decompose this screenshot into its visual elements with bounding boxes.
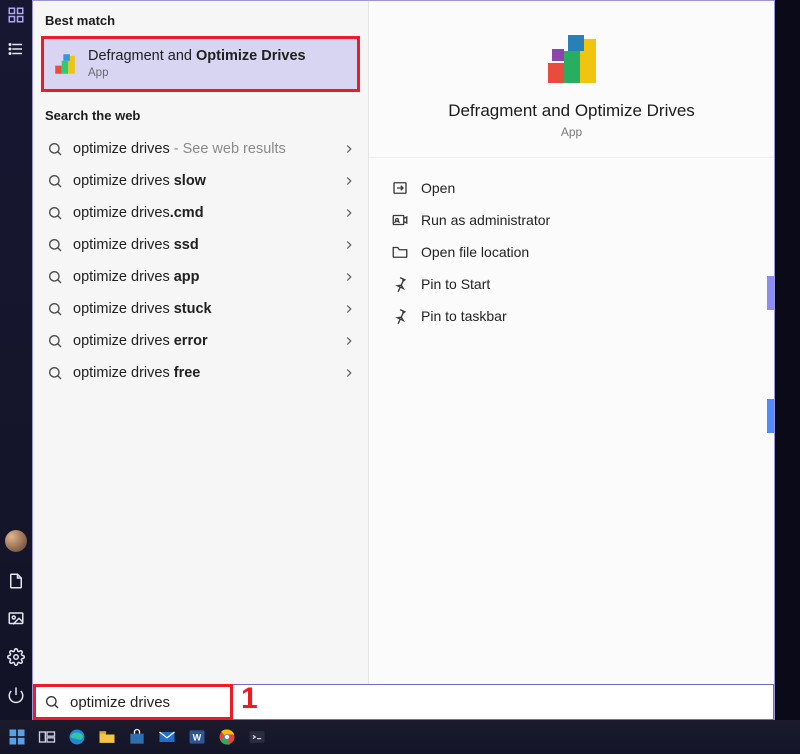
best-match-title: Defragment and Optimize Drives <box>88 47 306 65</box>
web-result-text: optimize drives app <box>73 269 332 285</box>
best-match-title-plain: Defragment and <box>88 48 196 64</box>
taskview-icon[interactable] <box>36 726 58 748</box>
action-label: Pin to Start <box>421 276 490 292</box>
store-icon[interactable] <box>126 726 148 748</box>
right-accent-bar <box>767 399 774 433</box>
action-label: Run as administrator <box>421 212 550 228</box>
details-subtitle: App <box>381 125 762 139</box>
start-icon[interactable] <box>6 726 28 748</box>
start-left-rail <box>0 0 32 720</box>
avatar[interactable] <box>5 530 27 552</box>
start-search-panel: Best match Defragment and Optimize Drive… <box>32 0 775 720</box>
results-column: Best match Defragment and Optimize Drive… <box>33 1 369 685</box>
chevron-right-icon <box>342 302 356 316</box>
annotation-callout-1: 1 <box>241 682 258 716</box>
web-result-text: optimize drives error <box>73 333 332 349</box>
taskbar: W <box>0 720 800 754</box>
action-label: Open <box>421 180 455 196</box>
web-result-item[interactable]: optimize drives slow <box>33 165 368 197</box>
search-icon <box>47 205 63 221</box>
action-pin-taskbar[interactable]: Pin to taskbar <box>387 300 764 332</box>
rail-top-group <box>7 6 25 58</box>
chevron-right-icon <box>342 142 356 156</box>
chevron-right-icon <box>342 206 356 220</box>
web-result-item[interactable]: optimize drives stuck <box>33 293 368 325</box>
settings-icon[interactable] <box>7 648 25 666</box>
web-result-item[interactable]: optimize drives app <box>33 261 368 293</box>
folder-icon <box>391 243 409 261</box>
web-result-text: optimize drives slow <box>73 173 332 189</box>
details-hero: Defragment and Optimize Drives App <box>369 1 774 158</box>
action-label: Open file location <box>421 244 529 260</box>
power-icon[interactable] <box>7 686 25 704</box>
web-result-text: optimize drives stuck <box>73 301 332 317</box>
search-icon <box>47 269 63 285</box>
defrag-large-icon <box>540 27 604 91</box>
chevron-right-icon <box>342 238 356 252</box>
rail-bottom-group <box>5 530 27 712</box>
pictures-icon[interactable] <box>7 610 25 628</box>
defrag-app-icon <box>52 51 78 77</box>
action-pin-start[interactable]: Pin to Start <box>387 268 764 300</box>
best-match-item[interactable]: Defragment and Optimize Drives App <box>41 36 360 92</box>
action-open-location[interactable]: Open file location <box>387 236 764 268</box>
pin-taskbar-icon <box>391 307 409 325</box>
mail-icon[interactable] <box>156 726 178 748</box>
search-icon <box>47 141 63 157</box>
search-icon <box>47 173 63 189</box>
chevron-right-icon <box>342 270 356 284</box>
admin-icon <box>391 211 409 229</box>
web-results-list: optimize drives - See web results optimi… <box>33 129 368 389</box>
svg-text:W: W <box>193 732 202 742</box>
web-result-item[interactable]: optimize drives error <box>33 325 368 357</box>
best-match-subtitle: App <box>88 66 306 80</box>
list-icon[interactable] <box>7 40 25 58</box>
open-icon <box>391 179 409 197</box>
terminal-icon[interactable] <box>246 726 268 748</box>
right-accent-bar <box>767 276 774 310</box>
apps-icon[interactable] <box>7 6 25 24</box>
chevron-right-icon <box>342 174 356 188</box>
web-result-text: optimize drives - See web results <box>73 141 332 157</box>
web-result-item[interactable]: optimize drives ssd <box>33 229 368 261</box>
edge-icon[interactable] <box>66 726 88 748</box>
search-icon <box>44 694 60 710</box>
search-input[interactable] <box>70 685 773 719</box>
chevron-right-icon <box>342 334 356 348</box>
best-match-container: Defragment and Optimize Drives App 2 <box>33 36 368 92</box>
action-open[interactable]: Open <box>387 172 764 204</box>
web-result-item[interactable]: optimize drives - See web results <box>33 133 368 165</box>
action-run-admin[interactable]: Run as administrator <box>387 204 764 236</box>
pin-start-icon <box>391 275 409 293</box>
details-title: Defragment and Optimize Drives <box>381 101 762 121</box>
chrome-icon[interactable] <box>216 726 238 748</box>
search-icon <box>47 333 63 349</box>
search-icon <box>47 237 63 253</box>
details-actions: Open Run as administrator Open file loca… <box>369 158 774 342</box>
document-icon[interactable] <box>7 572 25 590</box>
web-result-item[interactable]: optimize drives free <box>33 357 368 389</box>
best-match-title-bold: Optimize Drives <box>196 48 306 64</box>
web-result-text: optimize drives.cmd <box>73 205 332 221</box>
search-icon <box>47 301 63 317</box>
web-result-text: optimize drives free <box>73 365 332 381</box>
action-label: Pin to taskbar <box>421 308 507 324</box>
search-bar[interactable] <box>33 684 774 720</box>
details-column: Defragment and Optimize Drives App Open … <box>369 1 774 685</box>
web-result-item[interactable]: optimize drives.cmd <box>33 197 368 229</box>
search-web-label: Search the web <box>33 104 368 129</box>
explorer-icon[interactable] <box>96 726 118 748</box>
best-match-text: Defragment and Optimize Drives App <box>88 47 306 81</box>
web-result-text: optimize drives ssd <box>73 237 332 253</box>
word-icon[interactable]: W <box>186 726 208 748</box>
best-match-label: Best match <box>33 9 368 34</box>
chevron-right-icon <box>342 366 356 380</box>
search-icon <box>47 365 63 381</box>
